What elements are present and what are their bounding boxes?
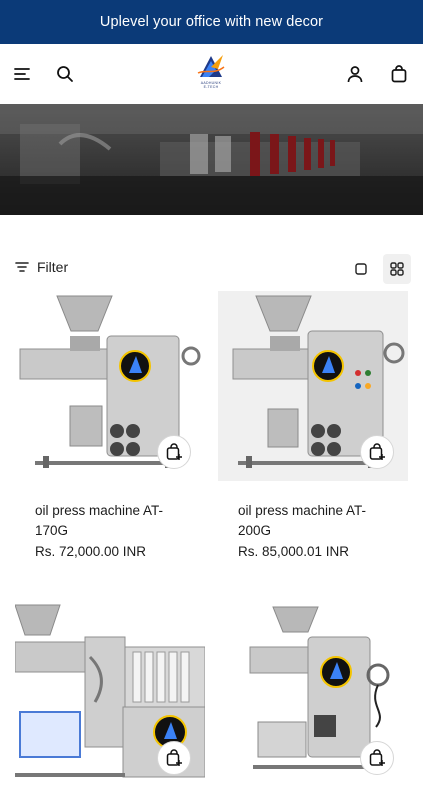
announcement-bar[interactable]: Uplevel your office with new decor bbox=[0, 0, 423, 44]
filter-icon bbox=[15, 262, 29, 272]
quick-add-bag-icon bbox=[166, 443, 182, 460]
product-card[interactable] bbox=[218, 597, 408, 787]
quick-add-bag-icon bbox=[369, 443, 385, 460]
logo-line-2: E-TECH bbox=[203, 85, 219, 89]
product-image[interactable] bbox=[15, 597, 205, 787]
grid-view-toggle[interactable] bbox=[383, 254, 411, 284]
product-title[interactable]: oil press machine AT-200G bbox=[238, 501, 398, 541]
quick-add-button[interactable] bbox=[360, 435, 394, 469]
cart-icon[interactable] bbox=[389, 64, 409, 84]
quick-add-button[interactable] bbox=[360, 741, 394, 775]
product-card[interactable] bbox=[15, 597, 205, 787]
grid-view-icon bbox=[390, 262, 404, 276]
product-image[interactable] bbox=[218, 597, 408, 787]
site-header: AADHUNIK E-TECH bbox=[0, 44, 423, 104]
account-icon[interactable] bbox=[345, 64, 365, 84]
filter-button[interactable]: Filter bbox=[15, 259, 68, 275]
quick-add-button[interactable] bbox=[157, 741, 191, 775]
single-view-toggle[interactable] bbox=[346, 254, 376, 284]
product-title[interactable]: oil press machine AT-170G bbox=[35, 501, 195, 541]
menu-icon[interactable] bbox=[12, 64, 32, 84]
quick-add-bag-icon bbox=[166, 749, 182, 766]
product-price: Rs. 85,000.01 INR bbox=[238, 544, 350, 559]
product-card[interactable]: oil press machine AT-170G Rs. 72,000.00 … bbox=[15, 291, 205, 559]
product-price: Rs. 72,000.00 INR bbox=[35, 544, 147, 559]
collection-toolbar: Filter bbox=[0, 252, 423, 286]
announcement-text: Uplevel your office with new decor bbox=[99, 14, 324, 30]
search-icon[interactable] bbox=[55, 64, 75, 84]
product-image[interactable] bbox=[15, 291, 205, 481]
site-logo[interactable]: AADHUNIK E-TECH bbox=[190, 53, 232, 95]
quick-add-button[interactable] bbox=[157, 435, 191, 469]
logo-mark-icon bbox=[197, 55, 225, 77]
collection-banner-image bbox=[0, 104, 423, 215]
filter-label: Filter bbox=[37, 259, 69, 275]
single-view-icon bbox=[355, 263, 367, 275]
product-image[interactable] bbox=[218, 291, 408, 481]
quick-add-bag-icon bbox=[369, 749, 385, 766]
product-card[interactable]: oil press machine AT-200G Rs. 85,000.01 … bbox=[218, 291, 408, 559]
